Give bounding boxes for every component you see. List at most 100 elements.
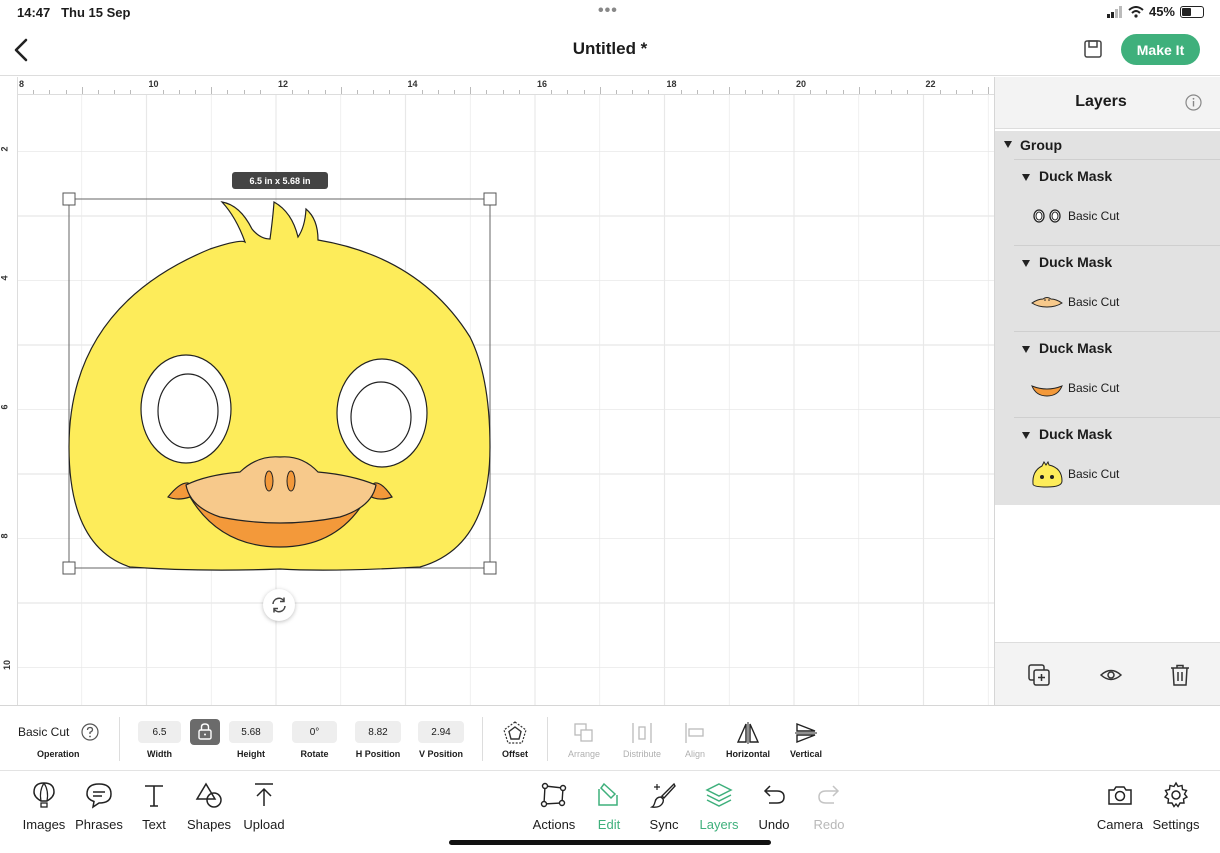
undo-arrow-icon [763, 785, 785, 804]
offset-label: Offset [501, 749, 528, 759]
rotate-input[interactable]: 0° [292, 721, 337, 743]
layer-caret-icon[interactable] [1022, 173, 1030, 181]
settings-label: Settings [1152, 817, 1200, 832]
separator [119, 717, 120, 761]
resize-handle-top-right[interactable] [483, 192, 497, 206]
layers-header: Layers [995, 77, 1220, 129]
edit-button[interactable]: Edit [579, 779, 639, 839]
height-input[interactable]: 5.68 [229, 721, 273, 743]
layer-group-row[interactable]: Group [995, 131, 1220, 159]
separator [547, 717, 548, 761]
undo-button[interactable]: Undo [744, 779, 804, 839]
horizontal-label: Horizontal [726, 749, 770, 759]
flip-horizontal-icon[interactable] [735, 720, 761, 746]
duck-face-thumbnail-icon [1030, 460, 1064, 488]
speech-bubble-icon [86, 783, 112, 809]
offset-icon[interactable] [502, 720, 528, 746]
h-position-input[interactable]: 8.82 [355, 721, 401, 743]
battery-icon [1180, 5, 1204, 18]
phrases-label: Phrases [75, 817, 123, 832]
design-canvas[interactable]: 8 10 12 14 16 18 20 22 2 4 6 8 10 6.5 in x 5.68 in [0, 77, 994, 705]
duplicate-layer-icon[interactable] [1027, 663, 1051, 687]
redo-label: Redo [813, 817, 845, 832]
text-button[interactable]: Text [124, 779, 184, 839]
width-label: Width [147, 749, 172, 759]
layer-item[interactable]: Duck Mask Basic Cut [1014, 417, 1220, 503]
lock-aspect-button[interactable] [190, 719, 220, 745]
rotate-handle[interactable] [263, 589, 295, 621]
layer-operation: Basic Cut [1068, 295, 1120, 309]
group-label: Group [1020, 137, 1062, 153]
save-icon[interactable] [1083, 39, 1103, 59]
lock-icon [198, 723, 212, 740]
actions-button[interactable]: Actions [524, 779, 584, 839]
actions-icon [540, 782, 567, 808]
status-bar: 14:47 Thu 15 Sep ••• 45% [0, 0, 1220, 24]
make-it-button[interactable]: Make It [1121, 34, 1200, 65]
layer-caret-icon[interactable] [1022, 345, 1030, 353]
layers-panel: Layers Group Duck Mask Basic Cut Duck Ma… [994, 77, 1220, 705]
images-button[interactable]: Images [14, 779, 74, 839]
camera-button[interactable]: Camera [1090, 779, 1150, 839]
sync-label: Sync [649, 817, 679, 832]
project-title: Untitled * [572, 39, 648, 58]
shapes-icon [195, 782, 222, 808]
layer-item[interactable]: Duck Mask Basic Cut [1014, 245, 1220, 331]
upload-button[interactable]: Upload [234, 779, 294, 839]
redo-button[interactable]: Redo [799, 779, 859, 839]
right-nostril [286, 470, 296, 492]
settings-button[interactable]: Settings [1146, 779, 1206, 839]
status-indicators: 45% [1106, 4, 1204, 19]
edit-pen-icon [598, 782, 618, 806]
phrases-button[interactable]: Phrases [69, 779, 129, 839]
layer-item[interactable]: Duck Mask Basic Cut [1014, 159, 1220, 245]
resize-handle-top-left[interactable] [62, 192, 76, 206]
layer-operation: Basic Cut [1068, 381, 1120, 395]
upload-label: Upload [243, 817, 285, 832]
distribute-icon[interactable] [629, 720, 655, 746]
undo-label: Undo [758, 817, 790, 832]
layers-footer [995, 642, 1220, 705]
v-position-input[interactable]: 2.94 [418, 721, 464, 743]
align-icon[interactable] [682, 720, 708, 746]
layer-caret-icon[interactable] [1022, 431, 1030, 439]
settings-gear-icon [1163, 781, 1189, 808]
resize-handle-bottom-left[interactable] [62, 561, 76, 575]
resize-handle-bottom-right[interactable] [483, 561, 497, 575]
visibility-eye-icon[interactable] [1099, 663, 1123, 687]
left-eye-inner [157, 373, 219, 449]
sync-brush-icon [650, 782, 676, 808]
group-caret-icon[interactable] [1004, 141, 1012, 148]
wifi-icon [1128, 5, 1144, 18]
layers-label: Layers [699, 817, 739, 832]
duck-mask-artwork[interactable] [0, 77, 994, 705]
operation-select[interactable]: Basic Cut [18, 725, 69, 739]
multitasking-dots-icon[interactable]: ••• [598, 2, 618, 20]
flip-vertical-icon[interactable] [793, 720, 819, 746]
operation-label: Operation [37, 749, 80, 759]
arrange-label: Arrange [567, 749, 601, 759]
layers-stack-icon [705, 783, 733, 807]
bottom-toolbar: Images Phrases Text Shapes Upload Action… [0, 771, 1220, 853]
rotate-label: Rotate [300, 749, 329, 759]
separator [482, 717, 483, 761]
layer-operation: Basic Cut [1068, 209, 1120, 223]
layers-button[interactable]: Layers [689, 779, 749, 839]
help-question-icon[interactable] [81, 723, 99, 741]
beak-top-thumbnail-icon [1030, 289, 1064, 315]
vertical-label: Vertical [789, 749, 823, 759]
info-icon[interactable] [1185, 94, 1202, 111]
h-position-label: H Position [355, 749, 401, 759]
shapes-button[interactable]: Shapes [179, 779, 239, 839]
cellular-signal-icon [1106, 5, 1122, 18]
width-input[interactable]: 6.5 [138, 721, 181, 743]
layer-name: Duck Mask [1039, 168, 1113, 184]
properties-bar: Basic Cut Operation 6.5 Width 5.68 Heigh… [0, 705, 1220, 771]
layer-item[interactable]: Duck Mask Basic Cut [1014, 331, 1220, 417]
sync-button[interactable]: Sync [634, 779, 694, 839]
eyes-thumbnail-icon [1030, 203, 1064, 229]
delete-trash-icon[interactable] [1168, 663, 1192, 687]
home-indicator[interactable] [449, 840, 771, 845]
arrange-icon[interactable] [571, 720, 597, 746]
layer-caret-icon[interactable] [1022, 259, 1030, 267]
